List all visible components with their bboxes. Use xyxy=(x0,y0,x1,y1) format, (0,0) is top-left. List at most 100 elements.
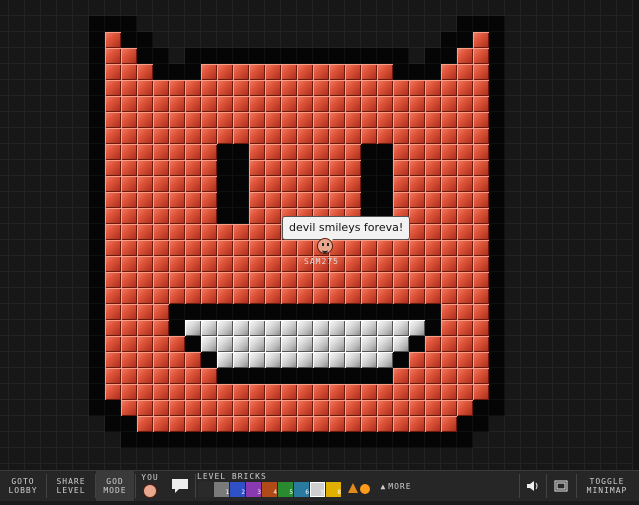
you-button[interactable]: YOU xyxy=(136,471,164,501)
block-cell xyxy=(425,96,441,112)
block-cell xyxy=(137,272,153,288)
fullscreen-button[interactable] xyxy=(547,471,575,501)
block-cell xyxy=(73,224,89,240)
block-cell xyxy=(169,432,185,448)
block-cell xyxy=(441,432,457,448)
block-cell xyxy=(313,176,329,192)
brick-spike[interactable] xyxy=(344,482,359,497)
brick-white[interactable]: 7 xyxy=(310,482,325,497)
block-cell xyxy=(345,384,361,400)
brick-empty[interactable] xyxy=(198,482,213,497)
block-cell xyxy=(393,128,409,144)
brick-coin[interactable]: 8 xyxy=(326,482,341,497)
block-cell xyxy=(25,16,41,32)
block-cell xyxy=(185,32,201,48)
chat-button[interactable] xyxy=(166,471,194,501)
share-level-button[interactable]: SHARE LEVEL xyxy=(47,471,95,501)
block-cell xyxy=(185,304,201,320)
block-cell xyxy=(425,352,441,368)
block-cell xyxy=(41,368,57,384)
block-cell xyxy=(41,16,57,32)
sound-button[interactable] xyxy=(520,471,546,501)
toggle-minimap-button[interactable]: TOGGLE MINIMAP xyxy=(578,471,636,501)
block-cell xyxy=(521,400,537,416)
game-world[interactable]: devil smileys foreva! SAM275 xyxy=(0,0,639,470)
block-cell xyxy=(585,144,601,160)
block-cell xyxy=(105,224,121,240)
block-cell xyxy=(585,48,601,64)
block-cell xyxy=(601,208,617,224)
block-cell xyxy=(153,192,169,208)
block-cell xyxy=(105,128,121,144)
block-cell xyxy=(489,240,505,256)
block-cell xyxy=(313,144,329,160)
brick-gray[interactable]: 1 xyxy=(214,482,229,497)
block-cell xyxy=(265,48,281,64)
block-cell xyxy=(265,304,281,320)
block-cell xyxy=(569,272,585,288)
block-cell xyxy=(137,224,153,240)
block-cell xyxy=(521,208,537,224)
block-cell xyxy=(361,368,377,384)
block-cell xyxy=(89,208,105,224)
block-cell xyxy=(57,48,73,64)
block-cell xyxy=(297,432,313,448)
god-mode-button[interactable]: GOD MODE xyxy=(96,471,134,501)
block-cell xyxy=(201,208,217,224)
block-cell xyxy=(393,336,409,352)
block-cell xyxy=(345,192,361,208)
block-cell xyxy=(377,288,393,304)
block-cell xyxy=(313,128,329,144)
block-cell xyxy=(361,128,377,144)
block-cell xyxy=(425,48,441,64)
more-button[interactable]: ▲ MORE xyxy=(376,471,416,501)
brick-gem[interactable] xyxy=(358,482,373,497)
block-cell xyxy=(233,432,249,448)
block-cell xyxy=(601,320,617,336)
brick-orange[interactable]: 4 xyxy=(262,482,277,497)
block-cell xyxy=(265,176,281,192)
block-cell xyxy=(185,96,201,112)
block-cell xyxy=(553,448,569,464)
block-cell xyxy=(441,176,457,192)
block-cell xyxy=(89,80,105,96)
block-cell xyxy=(121,176,137,192)
block-cell xyxy=(393,192,409,208)
block-cell xyxy=(489,384,505,400)
brick-green[interactable]: 5 xyxy=(278,482,293,497)
block-cell xyxy=(185,48,201,64)
block-cell xyxy=(617,208,633,224)
block-cell xyxy=(617,352,633,368)
block-cell xyxy=(569,368,585,384)
goto-lobby-button[interactable]: GOTO LOBBY xyxy=(0,471,46,501)
block-cell xyxy=(105,208,121,224)
block-cell xyxy=(425,320,441,336)
block-cell xyxy=(377,80,393,96)
block-cell xyxy=(617,400,633,416)
block-cell xyxy=(521,48,537,64)
block-cell xyxy=(121,144,137,160)
block-cell xyxy=(313,368,329,384)
block-cell xyxy=(105,0,121,16)
block-cell xyxy=(265,208,281,224)
block-cell xyxy=(489,0,505,16)
block-cell xyxy=(585,320,601,336)
block-cell xyxy=(201,192,217,208)
block-cell xyxy=(233,272,249,288)
block-cell xyxy=(521,256,537,272)
block-cell xyxy=(281,384,297,400)
block-cell xyxy=(393,368,409,384)
brick-blue[interactable]: 2 xyxy=(230,482,245,497)
block-cell xyxy=(233,304,249,320)
block-cell xyxy=(457,64,473,80)
block-cell xyxy=(361,320,377,336)
block-cell xyxy=(425,144,441,160)
block-cell xyxy=(425,160,441,176)
block-cell xyxy=(0,32,9,48)
brick-cyan[interactable]: 6 xyxy=(294,482,309,497)
brick-purple[interactable]: 3 xyxy=(246,482,261,497)
block-cell xyxy=(569,304,585,320)
block-cell xyxy=(137,192,153,208)
block-cell xyxy=(569,400,585,416)
smiley-icon xyxy=(143,484,157,498)
